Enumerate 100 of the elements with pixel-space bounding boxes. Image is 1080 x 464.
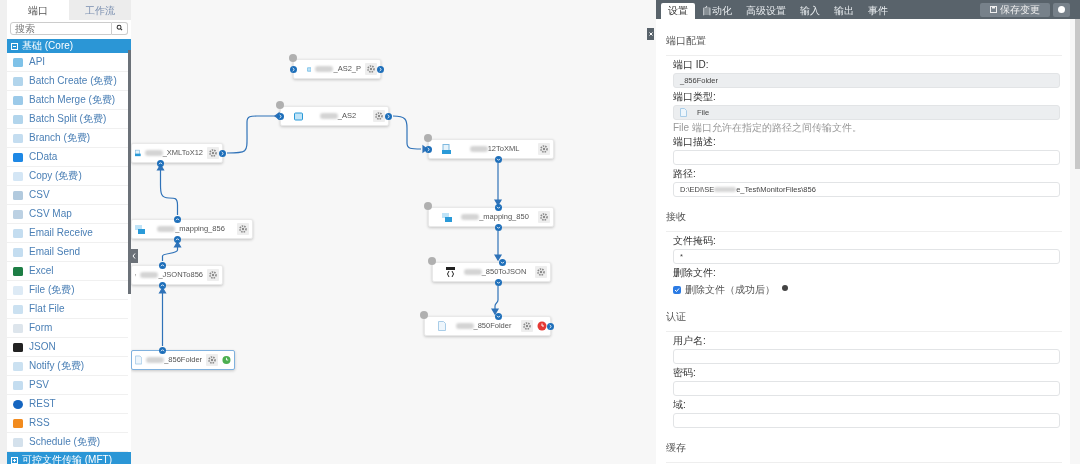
port-type-item[interactable]: REST bbox=[7, 395, 128, 414]
field-label: 端口类型: bbox=[673, 91, 717, 102]
port-type-icon bbox=[12, 284, 24, 296]
section-title: 接收 bbox=[666, 211, 686, 222]
input-field[interactable] bbox=[673, 349, 1060, 364]
sidebar-tab[interactable]: 工作流 bbox=[69, 0, 131, 20]
port-icon[interactable] bbox=[159, 282, 166, 289]
status-badge-icon bbox=[424, 134, 432, 142]
port-icon[interactable] bbox=[495, 224, 502, 231]
port-type-item[interactable]: Batch Merge (免费) bbox=[7, 91, 128, 110]
section-title: 认证 bbox=[666, 311, 686, 322]
port-icon[interactable] bbox=[547, 323, 554, 330]
port-type-item[interactable]: Email Send bbox=[7, 243, 128, 262]
port-icon[interactable] bbox=[377, 66, 384, 73]
input-field[interactable] bbox=[673, 413, 1060, 428]
port-icon[interactable] bbox=[159, 262, 166, 269]
port-type-icon bbox=[12, 170, 24, 182]
port-type-icon bbox=[12, 303, 24, 315]
field-label: 删除文件: bbox=[673, 267, 717, 278]
port-type-item[interactable]: API bbox=[7, 53, 128, 72]
search-field[interactable]: 搜索 bbox=[10, 22, 112, 35]
sidebar-tab[interactable]: 端口 bbox=[7, 0, 69, 20]
field-hint: File 端口允许在指定的路径之间传输文件。 bbox=[673, 123, 863, 133]
panel-tab[interactable]: 事件 bbox=[861, 3, 895, 19]
settings-icon[interactable] bbox=[206, 354, 219, 366]
port-type-item[interactable]: Copy (免费) bbox=[7, 167, 128, 186]
settings-icon[interactable] bbox=[365, 63, 377, 75]
port-type-item[interactable]: File (免费) bbox=[7, 281, 128, 300]
save-button[interactable]: 保存变更 bbox=[980, 2, 1050, 17]
port-type-icon bbox=[12, 132, 24, 144]
field-label: 域: bbox=[673, 399, 687, 410]
clock-icon[interactable] bbox=[537, 321, 547, 331]
settings-icon[interactable] bbox=[237, 223, 249, 235]
clock-icon[interactable] bbox=[222, 355, 231, 365]
port-type-item[interactable]: CSV bbox=[7, 186, 128, 205]
port-icon[interactable] bbox=[290, 66, 297, 73]
settings-icon[interactable] bbox=[538, 211, 550, 223]
port-icon[interactable] bbox=[495, 204, 502, 211]
port-type-item[interactable]: CSV Map bbox=[7, 205, 128, 224]
port-type-item[interactable]: Notify (免费) bbox=[7, 357, 128, 376]
port-type-item[interactable]: RSS bbox=[7, 414, 128, 433]
port-type-item[interactable]: Branch (免费) bbox=[7, 129, 128, 148]
port-type-item[interactable]: Excel bbox=[7, 262, 128, 281]
panel-tab[interactable]: 设置 bbox=[661, 3, 695, 19]
settings-icon[interactable] bbox=[207, 147, 219, 159]
close-panel-handle[interactable] bbox=[647, 28, 654, 40]
field-label: 文件掩码: bbox=[673, 235, 717, 246]
scrollbar[interactable] bbox=[1075, 19, 1080, 169]
document-icon bbox=[135, 148, 141, 158]
port-icon[interactable] bbox=[495, 313, 502, 320]
server-icon bbox=[307, 64, 312, 74]
port-icon[interactable] bbox=[159, 347, 166, 354]
port-icon[interactable] bbox=[219, 150, 226, 157]
panel-tab[interactable]: 自动化 bbox=[695, 3, 739, 19]
port-type-icon bbox=[12, 227, 24, 239]
settings-icon[interactable] bbox=[373, 110, 385, 122]
port-type-item[interactable]: Batch Create (免费) bbox=[7, 72, 128, 91]
search-icon[interactable] bbox=[112, 22, 128, 35]
section-title: 端口配置 bbox=[666, 35, 706, 46]
port-type-item[interactable]: Flat File bbox=[7, 300, 128, 319]
port-icon[interactable] bbox=[174, 216, 181, 223]
node-name-blur bbox=[461, 214, 480, 220]
settings-icon[interactable] bbox=[538, 143, 550, 155]
collapse-handle[interactable] bbox=[130, 249, 138, 263]
port-icon[interactable] bbox=[499, 259, 506, 266]
port-icon[interactable] bbox=[495, 156, 502, 163]
port-type-icon bbox=[12, 94, 24, 106]
settings-icon[interactable] bbox=[521, 320, 533, 332]
port-type-item[interactable]: Batch Split (免费) bbox=[7, 110, 128, 129]
input-field[interactable] bbox=[673, 381, 1060, 396]
port-type-item[interactable]: CData bbox=[7, 148, 128, 167]
port-type-icon bbox=[12, 56, 24, 68]
panel-tab[interactable]: 输入 bbox=[793, 3, 827, 19]
port-icon[interactable] bbox=[425, 146, 432, 153]
help-button[interactable] bbox=[1053, 2, 1070, 17]
settings-icon[interactable] bbox=[535, 266, 547, 278]
collapse-icon bbox=[11, 42, 18, 50]
panel-tab[interactable]: 高级设置 bbox=[739, 3, 793, 19]
node-name-blur bbox=[455, 323, 474, 329]
node-name-blur bbox=[463, 269, 482, 275]
info-icon[interactable] bbox=[782, 284, 788, 291]
panel-tab[interactable]: 输出 bbox=[827, 3, 861, 19]
group-header[interactable]: 基础 (Core) bbox=[7, 39, 131, 53]
port-icon[interactable] bbox=[385, 113, 392, 120]
checkbox[interactable] bbox=[673, 285, 681, 294]
port-type-icon bbox=[12, 265, 24, 277]
port-icon[interactable] bbox=[174, 236, 181, 243]
port-icon[interactable] bbox=[157, 160, 164, 167]
settings-icon[interactable] bbox=[207, 269, 219, 281]
input-field[interactable] bbox=[673, 150, 1060, 165]
expand-icon bbox=[11, 456, 18, 464]
port-type-item[interactable]: Form bbox=[7, 319, 128, 338]
port-icon[interactable] bbox=[277, 113, 284, 120]
port-type-icon bbox=[12, 151, 24, 163]
port-type-item[interactable]: PSV bbox=[7, 376, 128, 395]
node-name-blur bbox=[144, 150, 163, 156]
port-type-item[interactable]: Email Receive bbox=[7, 224, 128, 243]
port-type-item[interactable]: JSON bbox=[7, 338, 128, 357]
scrollbar[interactable] bbox=[128, 50, 131, 294]
port-icon[interactable] bbox=[495, 279, 502, 286]
